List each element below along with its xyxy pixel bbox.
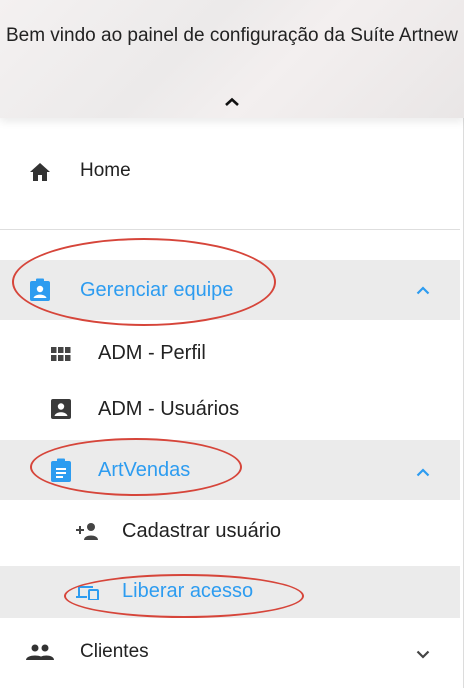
grid-icon (50, 346, 72, 362)
chevron-up-icon[interactable] (413, 462, 433, 482)
devices-icon (74, 583, 100, 601)
sidebar-item-clientes[interactable]: Clientes (0, 626, 460, 680)
home-icon (28, 160, 52, 184)
sidebar-subitem-adm-perfil[interactable]: ADM - Perfil (0, 330, 460, 378)
chevron-up-icon[interactable] (220, 93, 244, 111)
sidebar-panel: Bem vindo ao painel de configuração da S… (0, 0, 464, 688)
sidebar-item-artvendas[interactable]: ArtVendas (0, 440, 460, 500)
sidebar-subitem-label: ADM - Perfil (98, 342, 206, 364)
sidebar-item-label: Clientes (80, 641, 149, 662)
sidebar-subitem-liberar-acesso[interactable]: Liberar acesso (0, 566, 460, 618)
sidebar-subitem-cadastrar-usuario[interactable]: Cadastrar usuário (0, 506, 460, 558)
sidebar-subitem-label: Cadastrar usuário (122, 520, 281, 542)
sidebar-item-label: Gerenciar equipe (80, 279, 234, 301)
account-box-icon (50, 398, 72, 420)
chevron-up-icon[interactable] (413, 280, 433, 300)
people-icon (24, 643, 56, 661)
sidebar-subitem-adm-usuarios[interactable]: ADM - Usuários (0, 386, 460, 434)
sidebar-item-home[interactable]: Home (0, 148, 460, 196)
sidebar-subitem-label: ADM - Usuários (98, 398, 240, 420)
sidebar-subitem-label: Liberar acesso (122, 580, 254, 602)
badge-icon (28, 277, 52, 303)
welcome-header: Bem vindo ao painel de configuração da S… (0, 0, 464, 118)
person-add-icon (72, 521, 100, 541)
assignment-icon (50, 457, 72, 483)
sidebar-item-label: Home (80, 160, 131, 181)
sidebar-item-gerenciar-equipe[interactable]: Gerenciar equipe (0, 260, 460, 320)
sidebar-item-label: ArtVendas (98, 459, 191, 481)
welcome-title: Bem vindo ao painel de configuração da S… (5, 25, 459, 46)
divider (0, 229, 460, 230)
chevron-down-icon[interactable] (413, 644, 433, 664)
